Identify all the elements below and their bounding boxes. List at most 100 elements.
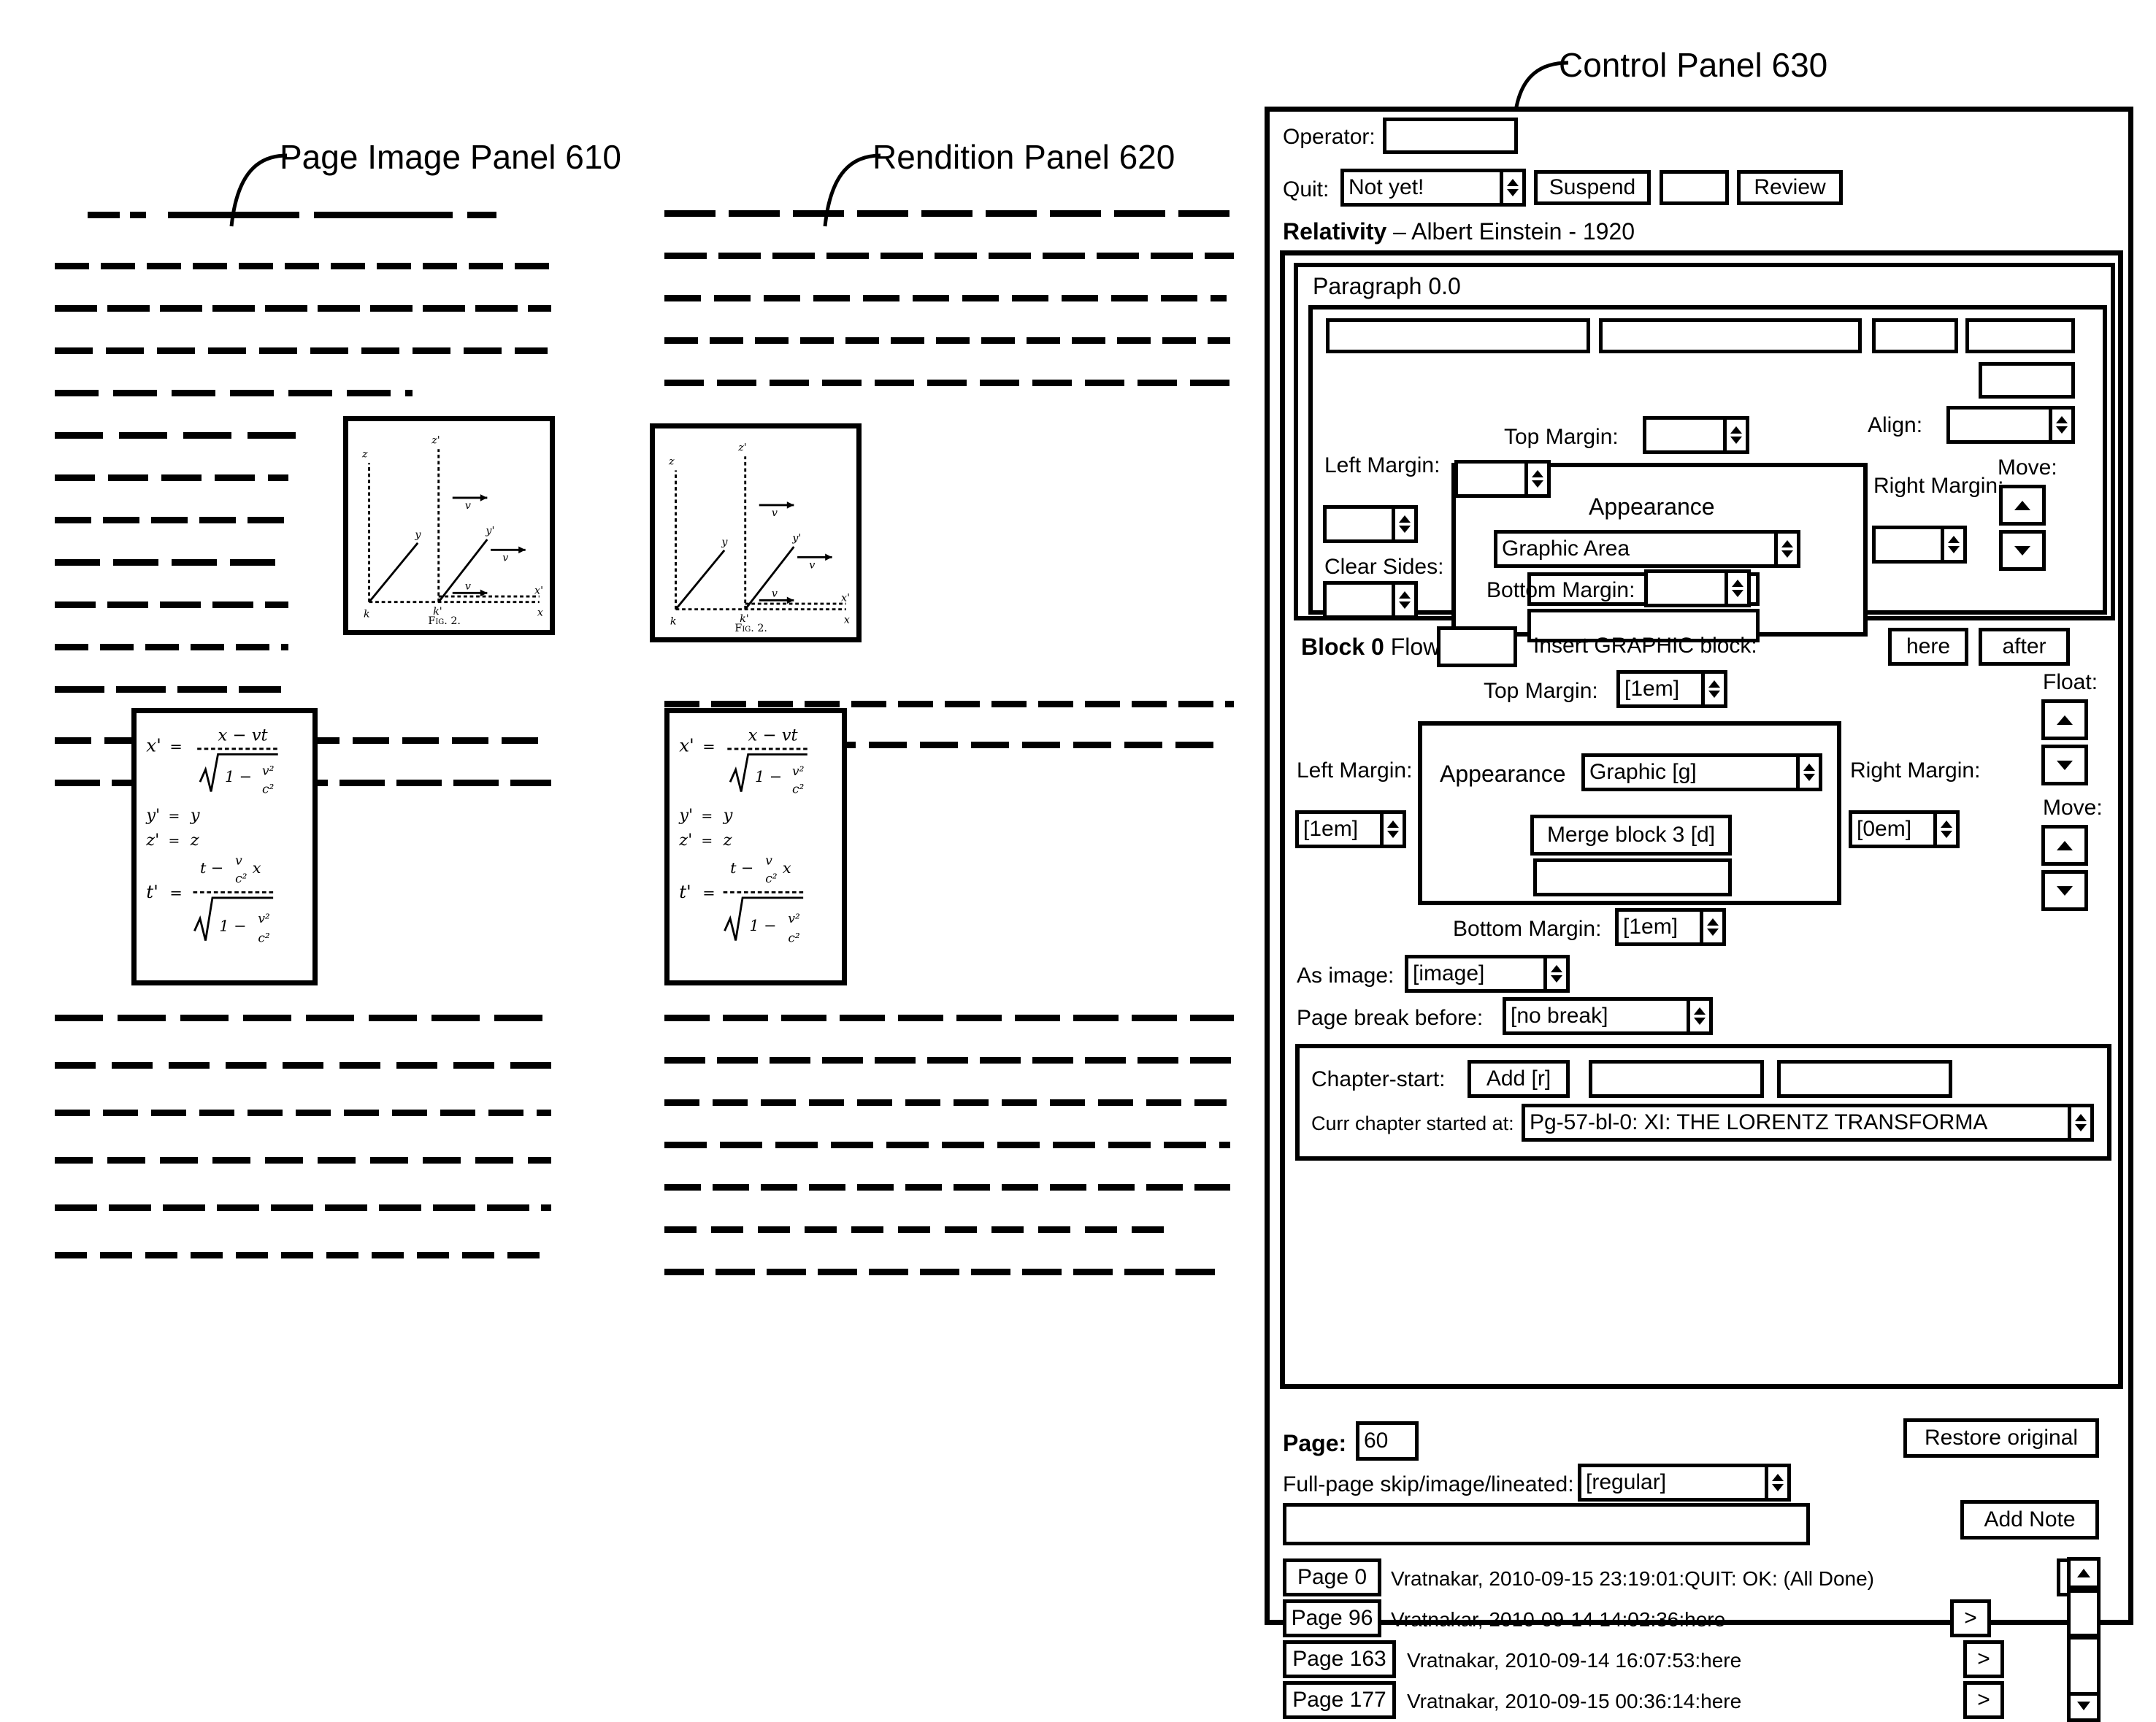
chevron-updown-icon[interactable] (2049, 410, 2071, 440)
scrollbar-thumb[interactable] (2071, 1636, 2097, 1696)
paragraph-appearance-select[interactable]: Graphic Area (1494, 530, 1800, 568)
note-goto-button[interactable]: > (1963, 1640, 2004, 1678)
svg-text:z: z (723, 831, 733, 850)
svg-text:z': z' (737, 442, 746, 454)
insert-after-button[interactable]: after (1979, 628, 2070, 666)
callout-page-image-panel: Page Image Panel 610 (280, 138, 622, 176)
note-page-button[interactable]: Page 96 (1283, 1599, 1381, 1637)
clear-sides-select[interactable] (1323, 581, 1418, 619)
text-line (55, 1157, 551, 1164)
block-appearance-select[interactable]: Graphic [g] (1581, 753, 1822, 791)
arrow-up-icon (2014, 500, 2030, 510)
chevron-updown-icon[interactable] (1392, 585, 1414, 615)
chevron-updown-icon[interactable] (1796, 757, 1819, 788)
note-page-button[interactable]: Page 163 (1283, 1640, 1396, 1678)
block-move-down-button[interactable] (2041, 870, 2088, 911)
block-top-margin-select[interactable]: [1em] (1616, 670, 1727, 708)
chevron-updown-icon[interactable] (1941, 529, 1963, 560)
chapter-group: Chapter-start: Add [r] Curr chapter star… (1295, 1044, 2111, 1161)
note-goto-button[interactable]: > (1963, 1681, 2004, 1719)
text-line (55, 1292, 142, 1299)
text-line (55, 474, 288, 481)
chapter-add-button[interactable]: Add [r] (1468, 1060, 1570, 1098)
quit-select[interactable]: Not yet! (1340, 169, 1526, 207)
curr-chapter-select[interactable]: Pg-57-bl-0: XI: THE LORENTZ TRANSFORMA (1522, 1104, 2094, 1142)
restore-original-button[interactable]: Restore original (1903, 1418, 2099, 1458)
svg-text:k: k (670, 616, 677, 628)
scrollbar-track[interactable] (2071, 1589, 2097, 1696)
block-flow-input[interactable] (1437, 626, 1517, 667)
block-bottom-margin-select[interactable]: [1em] (1615, 908, 1726, 946)
page-break-before-select[interactable]: [no break] (1503, 997, 1713, 1035)
paragraph-field-2[interactable] (1599, 318, 1862, 353)
chapter-field-2[interactable] (1777, 1060, 1952, 1098)
note-goto-button[interactable]: > (1950, 1599, 1991, 1637)
notes-scrollbar[interactable] (2067, 1557, 2101, 1722)
fullpage-select[interactable]: [regular] (1578, 1464, 1791, 1502)
block-appearance-field-3[interactable] (1533, 858, 1732, 896)
chevron-updown-icon[interactable] (1543, 958, 1566, 989)
insert-graphic-block-label: Insert GRAPHIC block: (1533, 634, 1757, 658)
scrollbar-thumb[interactable] (2071, 1589, 2097, 1637)
chevron-updown-icon[interactable] (1524, 464, 1547, 494)
add-note-button[interactable]: Add Note (1960, 1500, 2099, 1540)
text-line (664, 1226, 1175, 1233)
align-select[interactable] (1946, 406, 2075, 444)
review-button[interactable]: Review (1737, 170, 1843, 205)
svg-text:v: v (809, 560, 815, 572)
page-number-input[interactable]: 60 (1356, 1421, 1419, 1461)
insert-here-button[interactable]: here (1888, 628, 1968, 666)
chevron-updown-icon[interactable] (2068, 1107, 2090, 1138)
paragraph-move-down-button[interactable] (1999, 530, 2046, 571)
merge-block-button[interactable]: Merge block 3 [d] (1530, 815, 1732, 856)
svg-text:x': x' (146, 735, 161, 756)
block-right-margin-value: [0em] (1857, 817, 1912, 841)
text-line (55, 686, 281, 693)
arrow-down-icon (2057, 885, 2073, 896)
paragraph-field-4[interactable] (1965, 318, 2075, 353)
paragraph-indent-spinner[interactable] (1454, 460, 1551, 498)
paragraph-field-1[interactable] (1326, 318, 1590, 353)
operator-input[interactable] (1383, 118, 1518, 154)
paragraph-extra-field[interactable] (1979, 362, 2075, 399)
block-left-margin-select[interactable]: [1em] (1295, 810, 1406, 848)
paragraph-left-margin-select[interactable] (1323, 505, 1418, 543)
curr-chapter-value: Pg-57-bl-0: XI: THE LORENTZ TRANSFORMA (1530, 1110, 1988, 1134)
chevron-updown-icon[interactable] (1933, 814, 1956, 845)
paragraph-bottom-margin-select[interactable] (1644, 569, 1751, 607)
paragraph-indent-value (1458, 464, 1524, 494)
paragraph-right-margin-select[interactable] (1872, 526, 1967, 564)
svg-text:=: = (169, 738, 182, 756)
text-line (55, 1110, 551, 1116)
paragraph-field-3[interactable] (1872, 318, 1958, 353)
note-page-button[interactable]: Page 0 (1283, 1558, 1381, 1596)
chevron-updown-icon[interactable] (1701, 674, 1724, 704)
chevron-updown-icon[interactable] (1765, 1467, 1787, 1498)
chevron-updown-icon[interactable] (1392, 509, 1414, 539)
svg-text:1 −: 1 − (750, 917, 777, 934)
text-line (467, 212, 496, 218)
chevron-updown-icon[interactable] (1380, 814, 1403, 845)
block-float-up-button[interactable] (2041, 699, 2088, 740)
chapter-field-1[interactable] (1589, 1060, 1764, 1098)
block-move-up-button[interactable] (2041, 825, 2088, 866)
chevron-updown-icon[interactable] (1723, 420, 1746, 450)
note-input[interactable] (1283, 1503, 1810, 1545)
block-right-margin-select[interactable]: [0em] (1849, 810, 1960, 848)
block-move-label: Move: (2043, 796, 2103, 820)
chevron-updown-icon[interactable] (1774, 534, 1797, 564)
block-float-down-button[interactable] (2041, 745, 2088, 785)
scroll-up-icon[interactable] (2071, 1561, 2097, 1589)
chevron-updown-icon[interactable] (1725, 573, 1747, 604)
fullpage-label: Full-page skip/image/lineated: (1283, 1472, 1574, 1496)
quit-blank-button[interactable] (1660, 170, 1729, 205)
suspend-button[interactable]: Suspend (1534, 170, 1651, 205)
chevron-updown-icon[interactable] (1500, 172, 1522, 203)
as-image-select[interactable]: [image] (1405, 955, 1570, 993)
paragraph-top-margin-select[interactable] (1643, 416, 1749, 454)
chevron-updown-icon[interactable] (1687, 1001, 1709, 1031)
note-page-button[interactable]: Page 177 (1283, 1681, 1396, 1719)
svg-text:t': t' (679, 881, 691, 902)
paragraph-move-up-button[interactable] (1999, 485, 2046, 526)
chevron-updown-icon[interactable] (1700, 912, 1722, 942)
